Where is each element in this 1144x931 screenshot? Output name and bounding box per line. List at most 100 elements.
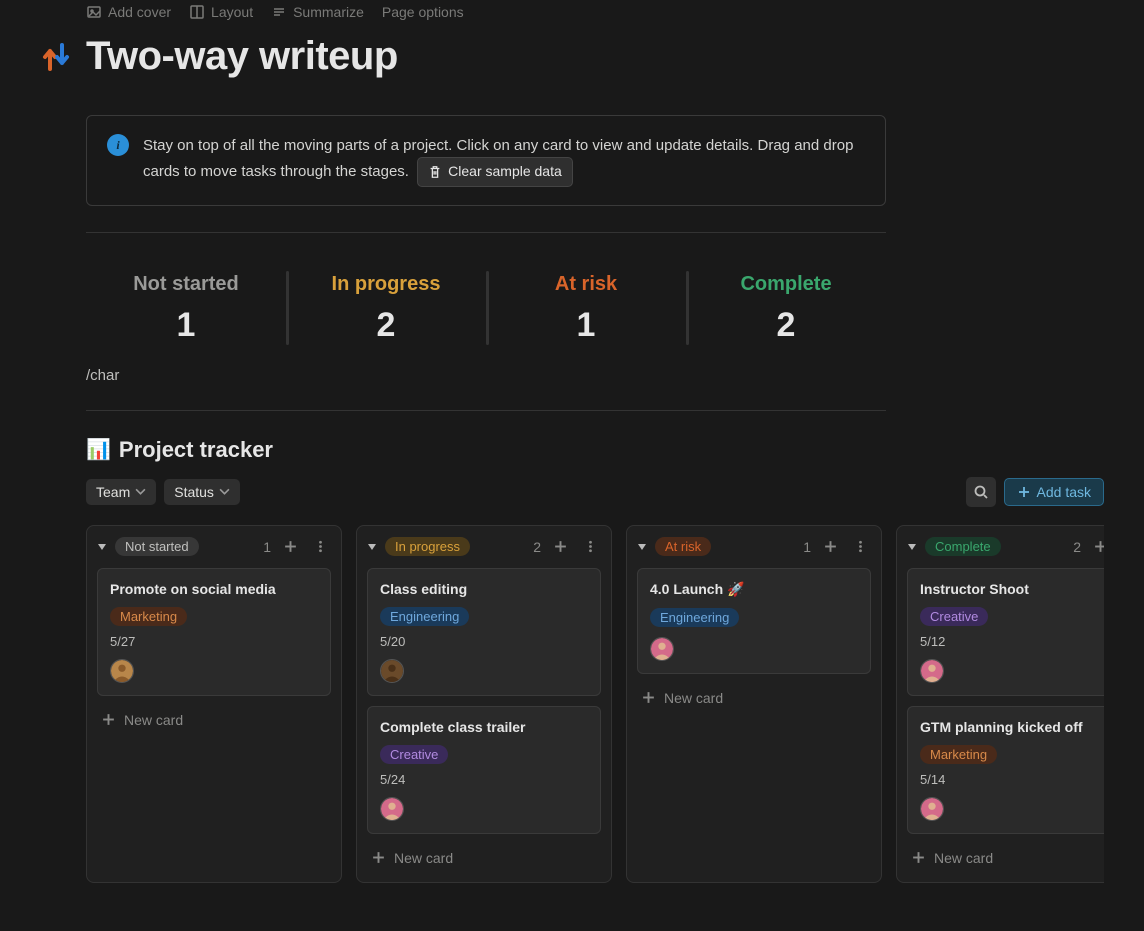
column-complete: Complete 2 Instructor Shoot Creative 5/1… [896,525,1104,883]
search-button[interactable] [966,477,996,507]
task-card[interactable]: 4.0 Launch 🚀 Engineering [637,568,871,674]
bar-chart-icon: 📊 [86,437,111,462]
status-pill[interactable]: Complete [925,537,1001,556]
tracker-title: Project tracker [119,437,273,463]
column-header: Not started 1 [97,536,331,558]
status-pill[interactable]: In progress [385,537,470,556]
page-options-label: Page options [382,4,464,20]
card-title: Complete class trailer [380,719,588,735]
column-in-progress: In progress 2 Class editing Engineering … [356,525,612,883]
avatar [920,797,944,821]
status-filter-label: Status [174,484,214,500]
divider [86,410,886,411]
kanban-board[interactable]: Not started 1 Promote on social media Ma… [86,525,1104,891]
divider [86,232,886,233]
avatar [650,637,674,661]
add-card-button[interactable] [549,536,571,558]
column-header: At risk 1 [637,536,871,558]
two-way-arrows-icon [38,39,74,75]
card-title: Promote on social media [110,581,318,597]
card-date: 5/14 [920,772,1104,787]
filter-row: Team Status Add task [86,477,1104,507]
task-card[interactable]: Class editing Engineering 5/20 [367,568,601,696]
stat-at-risk[interactable]: At risk 1 [486,263,686,365]
column-count: 2 [1073,539,1081,555]
card-date: 5/20 [380,634,588,649]
column-count: 1 [803,539,811,555]
trash-icon [428,165,442,179]
plus-icon [641,690,656,705]
stats-row: Not started 1In progress 2At risk 1Compl… [86,263,886,365]
task-card[interactable]: Instructor Shoot Creative 5/12 [907,568,1104,696]
card-date: 5/27 [110,634,318,649]
column-at-risk: At risk 1 4.0 Launch 🚀 Engineering New c… [626,525,882,883]
card-title: 4.0 Launch 🚀 [650,581,858,598]
stat-label: At risk [490,273,682,296]
title-row: Two-way writeup [86,34,1104,79]
page-options-button[interactable]: Page options [382,4,464,20]
task-card[interactable]: GTM planning kicked off Marketing 5/14 [907,706,1104,834]
summarize-button[interactable]: Summarize [271,4,364,20]
card-title: Class editing [380,581,588,597]
task-card[interactable]: Promote on social media Marketing 5/27 [97,568,331,696]
stat-value: 1 [90,306,282,345]
column-menu-button[interactable] [849,536,871,558]
page-toolbar: Add cover Layout Summarize Page options [86,0,1104,26]
team-filter[interactable]: Team [86,479,156,505]
tag-creative: Creative [380,745,448,764]
avatar [380,659,404,683]
callout-body: Stay on top of all the moving parts of a… [143,134,865,187]
new-card-label: New card [664,690,723,706]
stat-complete[interactable]: Complete 2 [686,263,886,365]
collapse-icon[interactable] [97,542,107,552]
new-card-button[interactable]: New card [907,844,1104,872]
stat-value: 2 [690,306,882,345]
summarize-label: Summarize [293,4,364,20]
new-card-button[interactable]: New card [637,684,871,712]
tag-engineering: Engineering [650,608,739,627]
add-task-button[interactable]: Add task [1004,478,1104,506]
add-cover-button[interactable]: Add cover [86,4,171,20]
add-card-button[interactable] [819,536,841,558]
team-filter-label: Team [96,484,130,500]
avatar [920,659,944,683]
add-card-button[interactable] [279,536,301,558]
status-filter[interactable]: Status [164,479,240,505]
tracker-heading[interactable]: 📊 Project tracker [86,437,1104,463]
card-date: 5/24 [380,772,588,787]
column-header: Complete 2 [907,536,1104,558]
task-card[interactable]: Complete class trailer Creative 5/24 [367,706,601,834]
status-pill[interactable]: Not started [115,537,199,556]
clear-sample-data-button[interactable]: Clear sample data [417,157,573,187]
layout-label: Layout [211,4,253,20]
new-card-button[interactable]: New card [367,844,601,872]
avatar [380,797,404,821]
new-card-label: New card [934,850,993,866]
collapse-icon[interactable] [637,542,647,552]
collapse-icon[interactable] [367,542,377,552]
stat-in-progress[interactable]: In progress 2 [286,263,486,365]
collapse-icon[interactable] [907,542,917,552]
stat-label: In progress [290,273,482,296]
clear-button-label: Clear sample data [448,161,562,183]
new-card-label: New card [124,712,183,728]
new-card-label: New card [394,850,453,866]
plus-icon [1017,485,1031,499]
slash-command-input[interactable]: /char [86,367,886,384]
page-title[interactable]: Two-way writeup [86,34,398,79]
chevron-down-icon [219,486,230,497]
chevron-down-icon [135,486,146,497]
layout-button[interactable]: Layout [189,4,253,20]
column-menu-button[interactable] [579,536,601,558]
add-cover-label: Add cover [108,4,171,20]
avatar [110,659,134,683]
column-not-started: Not started 1 Promote on social media Ma… [86,525,342,883]
add-card-button[interactable] [1089,536,1104,558]
image-icon [86,4,102,20]
column-menu-button[interactable] [309,536,331,558]
stat-label: Complete [690,273,882,296]
new-card-button[interactable]: New card [97,706,331,734]
stat-not-started[interactable]: Not started 1 [86,263,286,365]
plus-icon [101,712,116,727]
status-pill[interactable]: At risk [655,537,711,556]
